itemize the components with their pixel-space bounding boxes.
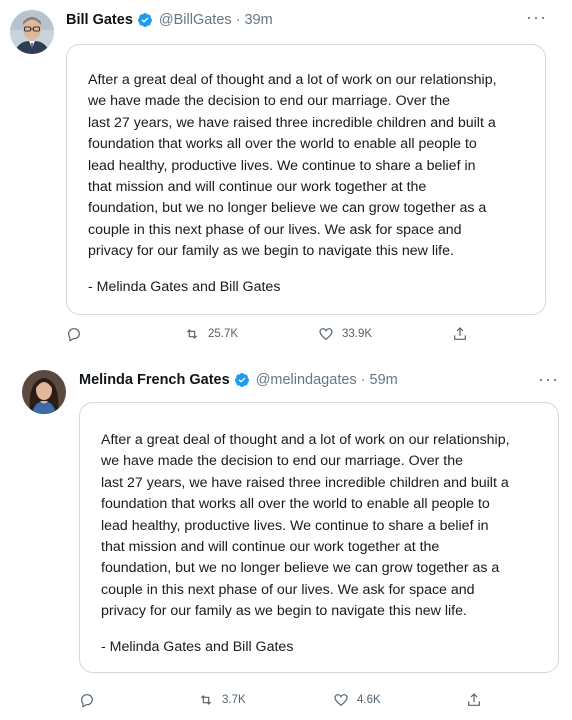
tweet-actions: 25.7K 33.9K — [0, 326, 572, 350]
author-name[interactable]: Melinda French Gates — [79, 372, 230, 388]
tweet-text-card: After a great deal of thought and a lot … — [79, 402, 559, 673]
share-button[interactable] — [466, 692, 482, 708]
tweet-body: After a great deal of thought and a lot … — [88, 72, 497, 260]
like-button[interactable]: 33.9K — [318, 326, 372, 342]
tweet[interactable]: Bill Gates @BillGates · 39m ··· After a … — [0, 0, 572, 352]
retweet-icon — [186, 329, 198, 339]
share-icon — [468, 693, 480, 706]
tweet-header: Melinda French Gates @melindagates · 59m — [79, 372, 398, 388]
like-count: 33.9K — [342, 328, 373, 340]
share-button[interactable] — [452, 326, 468, 342]
retweet-icon — [200, 695, 212, 705]
author-handle[interactable]: @melindagates — [256, 372, 357, 388]
retweet-button[interactable]: 3.7K — [198, 692, 246, 708]
verified-badge-icon — [137, 12, 153, 28]
reply-button[interactable] — [79, 692, 95, 708]
separator-dot: · — [235, 12, 241, 28]
heart-icon — [334, 694, 348, 707]
avatar-image — [22, 370, 66, 414]
retweet-count: 3.7K — [222, 694, 246, 706]
more-options-icon[interactable]: ··· — [526, 8, 547, 26]
tweet-actions: 3.7K 4.6K — [0, 692, 572, 716]
tweet[interactable]: Melinda French Gates @melindagates · 59m… — [0, 358, 572, 720]
timestamp[interactable]: 59m — [370, 372, 398, 388]
avatar[interactable] — [10, 10, 54, 54]
retweet-button[interactable]: 25.7K — [184, 326, 238, 342]
tweet-body: After a great deal of thought and a lot … — [101, 432, 510, 620]
timestamp[interactable]: 39m — [244, 12, 272, 28]
tweet-text-card: After a great deal of thought and a lot … — [66, 44, 546, 315]
share-icon — [454, 327, 466, 340]
separator-dot: · — [360, 372, 366, 388]
tweet-signature: - Melinda Gates and Bill Gates — [101, 638, 294, 655]
heart-icon — [319, 328, 333, 341]
author-name[interactable]: Bill Gates — [66, 12, 133, 28]
avatar[interactable] — [22, 370, 66, 414]
more-options-icon[interactable]: ··· — [538, 370, 559, 388]
author-handle[interactable]: @BillGates — [159, 12, 232, 28]
like-button[interactable]: 4.6K — [333, 692, 381, 708]
like-count: 4.6K — [357, 694, 381, 706]
reply-button[interactable] — [66, 326, 82, 342]
avatar-image — [10, 10, 54, 54]
reply-icon — [68, 328, 80, 342]
retweet-count: 25.7K — [208, 328, 239, 340]
verified-badge-icon — [234, 372, 250, 388]
tweet-signature: - Melinda Gates and Bill Gates — [88, 278, 281, 295]
reply-icon — [81, 694, 93, 708]
tweet-header: Bill Gates @BillGates · 39m — [66, 12, 273, 28]
